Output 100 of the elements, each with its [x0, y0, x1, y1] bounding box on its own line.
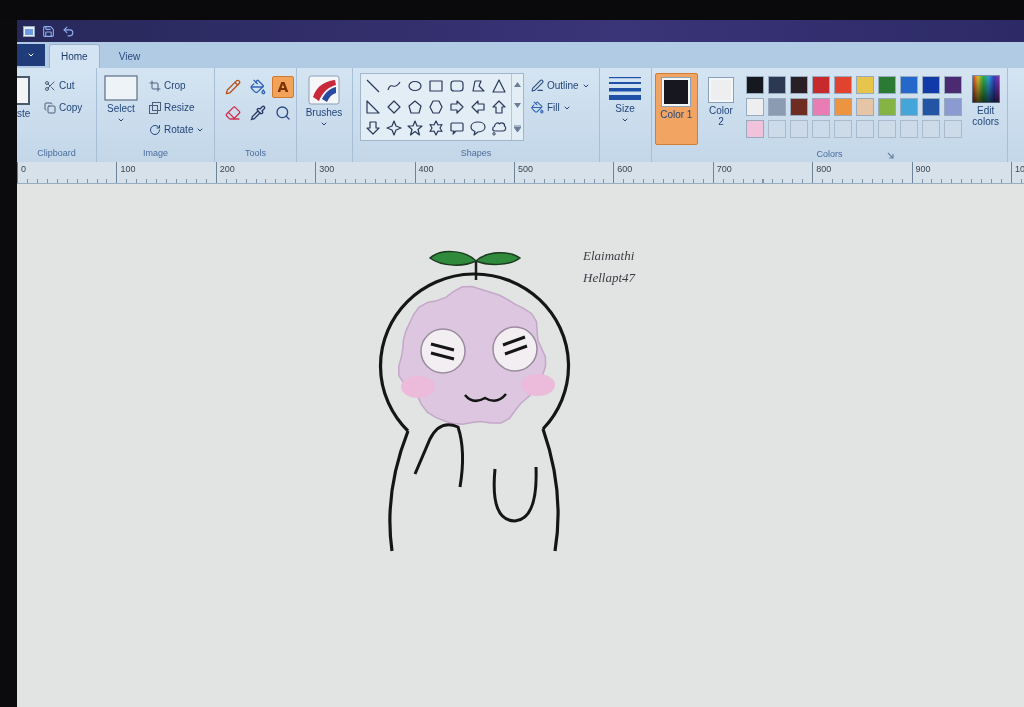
secondary-color-button[interactable]: Color 2	[702, 73, 740, 145]
line-shape-icon	[365, 78, 381, 94]
empty-swatch-icon[interactable]	[834, 120, 853, 138]
fill-button[interactable]: Fill	[529, 97, 592, 118]
shape-button[interactable]	[405, 118, 425, 138]
group-label: Clipboard	[37, 148, 76, 159]
caret-icon	[621, 116, 629, 124]
empty-swatch-icon[interactable]	[812, 120, 831, 138]
color-swatch-icon[interactable]	[856, 76, 875, 94]
color-picker-icon	[250, 105, 266, 121]
left-arrow-shape-icon	[470, 99, 486, 115]
color-swatch-icon[interactable]	[922, 76, 941, 94]
ruler-label: 600	[617, 164, 633, 174]
ruler-label: 200	[219, 164, 235, 174]
shape-button[interactable]	[468, 118, 488, 138]
empty-swatch-icon[interactable]	[790, 120, 809, 138]
group-label: Image	[143, 148, 168, 159]
dialog-launcher-icon[interactable]	[886, 152, 894, 159]
crop-icon	[149, 79, 161, 92]
edit-colors-button[interactable]: Edit colors	[967, 73, 1004, 129]
paint-bucket-icon	[531, 101, 544, 114]
color-swatch-icon[interactable]	[878, 76, 897, 94]
ruler-label: 300	[319, 164, 335, 174]
crop-button[interactable]: Crop	[147, 75, 207, 96]
color-swatch-icon[interactable]	[746, 76, 765, 94]
triangle-shape-icon	[491, 78, 507, 94]
color-swatch-icon[interactable]	[900, 98, 919, 116]
color-swatch-icon[interactable]	[900, 76, 919, 94]
app-icon[interactable]	[23, 25, 35, 37]
color-swatch-icon[interactable]	[922, 98, 941, 116]
empty-swatch-icon[interactable]	[856, 120, 875, 138]
ruler-label: 400	[418, 164, 434, 174]
copy-button[interactable]: Copy	[42, 97, 85, 118]
copy-icon	[44, 101, 56, 114]
caret-icon	[117, 116, 125, 124]
color-swatch-icon[interactable]	[790, 98, 809, 116]
cut-button[interactable]: Cut	[42, 75, 85, 96]
caret-icon	[27, 51, 35, 59]
brushes-button[interactable]: Brushes	[300, 73, 348, 130]
ruler-label: 10	[1014, 164, 1024, 174]
color-swatch-icon[interactable]	[878, 98, 897, 116]
star-shape-icon	[407, 120, 423, 136]
pentagon-shape-icon	[407, 99, 423, 115]
color-swatch-icon[interactable]	[746, 120, 765, 138]
drawing-canvas[interactable]: Elaimathi Hellapt47	[17, 184, 1024, 707]
selection-rectangle-icon	[104, 75, 138, 101]
rotate-button[interactable]: Rotate	[147, 119, 207, 140]
empty-swatch-icon[interactable]	[878, 120, 897, 138]
empty-swatch-icon[interactable]	[768, 120, 787, 138]
outline-button[interactable]: Outline	[529, 75, 592, 96]
right-triangle-shape-icon	[365, 99, 381, 115]
empty-swatch-icon[interactable]	[944, 120, 963, 138]
polygon-shape-icon	[470, 78, 486, 94]
text-tool-button[interactable]: A	[272, 76, 294, 98]
eraser-icon	[225, 105, 241, 121]
scroll-down-icon[interactable]	[514, 103, 521, 109]
ruler-label: 900	[915, 164, 931, 174]
expand-gallery-icon[interactable]	[514, 124, 521, 132]
magnifier-icon	[275, 105, 291, 121]
color-swatch-icon[interactable]	[790, 76, 809, 94]
right-arrow-shape-icon	[449, 99, 465, 115]
size-button[interactable]: Size	[603, 73, 647, 126]
shape-button[interactable]	[384, 118, 404, 138]
line-size-icon	[608, 75, 642, 101]
ribbon-tab[interactable]: View	[106, 44, 153, 68]
signature-text: Elaimathi	[583, 248, 635, 264]
color-swatch-icon[interactable]	[834, 98, 853, 116]
color-swatch-icon[interactable]	[812, 76, 831, 94]
ruler-label: 700	[716, 164, 732, 174]
color-swatch-icon[interactable]	[944, 76, 963, 94]
select-button[interactable]: Select	[100, 73, 142, 126]
brush-icon	[308, 75, 340, 105]
caret-icon	[320, 120, 328, 128]
scroll-up-icon[interactable]	[514, 82, 521, 88]
ribbon-tab[interactable]: Home	[49, 44, 100, 68]
color-swatch-icon[interactable]	[768, 98, 787, 116]
empty-swatch-icon[interactable]	[900, 120, 919, 138]
outline-pen-icon	[531, 79, 544, 92]
pencil-icon	[225, 79, 241, 95]
oval-shape-icon	[407, 78, 423, 94]
resize-button[interactable]: Resize	[147, 97, 207, 118]
four-point-star-shape-icon	[386, 120, 402, 136]
rounded-rectangle-shape-icon	[449, 78, 465, 94]
shape-button[interactable]	[426, 118, 446, 138]
rounded-callout-shape-icon	[449, 120, 465, 136]
paste-button[interactable]: ste	[17, 73, 37, 119]
group-label: Tools	[245, 148, 266, 159]
save-icon[interactable]	[42, 24, 55, 38]
color-swatch-icon[interactable]	[944, 98, 963, 116]
undo-icon[interactable]	[62, 24, 75, 38]
ruler-label: 100	[120, 164, 136, 174]
diamond-shape-icon	[386, 99, 402, 115]
color-swatch-icon[interactable]	[812, 98, 831, 116]
color-swatch-icon[interactable]	[768, 76, 787, 94]
color-swatch-icon[interactable]	[834, 76, 853, 94]
hexagon-shape-icon	[428, 99, 444, 115]
color-swatch-icon[interactable]	[856, 98, 875, 116]
primary-color-button[interactable]: Color 1	[655, 73, 698, 145]
color-swatch-icon[interactable]	[746, 98, 765, 116]
empty-swatch-icon[interactable]	[922, 120, 941, 138]
